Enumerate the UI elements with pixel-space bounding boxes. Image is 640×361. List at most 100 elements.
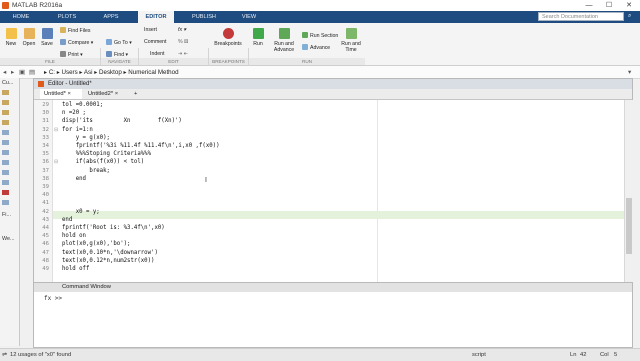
folder-icon[interactable] xyxy=(2,120,9,125)
app-title: MATLAB R2016a xyxy=(12,2,63,9)
file-icon[interactable] xyxy=(2,180,9,185)
line-number: 42 xyxy=(580,352,587,358)
save-icon xyxy=(41,28,53,39)
code-line[interactable]: x0 = y; xyxy=(62,209,100,215)
group-run: RUN xyxy=(249,58,365,65)
run-and-time-button[interactable]: Run and Time xyxy=(340,28,362,53)
add-tab-button[interactable]: + xyxy=(130,89,142,99)
tab-untitled[interactable]: Untitled* × xyxy=(40,89,82,99)
compare-icon xyxy=(60,39,66,45)
code-line[interactable]: fprintf('%3i %11.4f %11.4f\n',i,x0 ,f(x0… xyxy=(62,143,220,149)
current-folder-label[interactable]: Cu... xyxy=(2,80,13,86)
tab-plots[interactable]: PLOTS xyxy=(50,11,84,23)
scrollbar-thumb[interactable] xyxy=(626,198,632,254)
code-line[interactable]: n =20 ; xyxy=(62,110,86,116)
search-icon[interactable]: ⌕ xyxy=(628,13,631,20)
folder-up-icon[interactable]: ▣ xyxy=(19,68,25,76)
current-line-highlight xyxy=(53,211,624,219)
run-button[interactable]: Run xyxy=(250,28,266,47)
code-line[interactable]: hold off xyxy=(62,266,89,272)
ribbon-tabs: HOME PLOTS APPS EDITOR PUBLISH VIEW Sear… xyxy=(0,11,640,23)
go-to-button[interactable]: Go To ▾ xyxy=(106,39,132,46)
line-label: Ln xyxy=(570,352,577,358)
tab-apps[interactable]: APPS xyxy=(96,11,126,23)
close-button[interactable]: ✕ xyxy=(622,1,636,10)
minimize-button[interactable]: — xyxy=(582,1,596,10)
run-and-advance-button[interactable]: Run and Advance xyxy=(270,28,298,53)
file-icon[interactable] xyxy=(2,150,9,155)
line-number: 34 xyxy=(42,143,49,149)
line-number: 45 xyxy=(42,233,49,240)
tab-editor[interactable]: EDITOR xyxy=(138,11,174,23)
insert-button[interactable]: Insert xyxy=(144,27,157,33)
new-button[interactable]: New xyxy=(3,28,19,47)
run-section-button[interactable]: Run Section xyxy=(302,32,338,39)
tab-publish[interactable]: PUBLISH xyxy=(186,11,222,23)
file-details-label[interactable]: Fi... xyxy=(2,212,11,218)
code-line[interactable]: end xyxy=(62,217,72,223)
tab-home[interactable]: HOME xyxy=(6,11,36,23)
command-window[interactable]: Command Window fx >> xyxy=(33,282,633,348)
line-number: 33 xyxy=(42,134,49,141)
chevron-down-icon[interactable]: ▾ xyxy=(628,68,631,76)
workspace-label[interactable]: We... xyxy=(2,236,14,242)
comment-button[interactable]: Comment xyxy=(144,39,167,45)
indent-button[interactable]: Indent xyxy=(150,51,164,57)
find-icon xyxy=(106,51,112,57)
file-icon[interactable] xyxy=(2,160,9,165)
code-line[interactable]: break; xyxy=(62,168,110,174)
breakpoints-button[interactable]: Breakpoints xyxy=(212,28,244,47)
file-icon[interactable] xyxy=(2,200,9,205)
code-line[interactable]: %%%Stoping Criteria%%% xyxy=(62,151,151,157)
code-line[interactable]: hold on xyxy=(62,233,86,239)
advance-button[interactable]: Advance xyxy=(302,44,330,51)
line-number: 49 xyxy=(42,266,49,272)
command-prompt[interactable]: fx >> xyxy=(44,295,62,302)
code-line[interactable]: plot(x0,g(x0),'bo'); xyxy=(62,241,130,247)
compare-button[interactable]: Compare ▾ xyxy=(60,39,93,46)
find-button[interactable]: Find ▾ xyxy=(106,51,128,58)
folder-icon[interactable] xyxy=(2,100,9,105)
code-line[interactable]: tol =0.0001; xyxy=(62,102,103,108)
print-button[interactable]: Print ▾ xyxy=(60,51,83,58)
file-icon[interactable] xyxy=(2,130,9,135)
indent-toggle[interactable]: ⇥ ⇤ xyxy=(178,51,188,57)
open-button[interactable]: Open xyxy=(21,28,37,47)
status-bar: ⇌ 12 usages of "x0" found script Ln 42 C… xyxy=(0,348,640,361)
back-icon[interactable]: ◂ xyxy=(3,68,6,76)
save-button[interactable]: Save xyxy=(39,28,55,47)
find-files-button[interactable]: Find Files xyxy=(60,27,91,34)
breadcrumb[interactable]: ▸ C: ▸ Users ▸ Asi ▸ Desktop ▸ Numerical… xyxy=(44,69,179,76)
code-line[interactable]: for i=1:n xyxy=(62,127,93,133)
search-documentation-input[interactable]: Search Documentation xyxy=(538,12,624,21)
tab-view[interactable]: VIEW xyxy=(234,11,264,23)
file-icon[interactable] xyxy=(2,190,9,195)
code-area[interactable]: 29 30 31 32 33 34 35 36 37 38 39 40 41 42 43 44 45 46 47 48… xyxy=(34,100,624,282)
file-icon[interactable] xyxy=(2,170,9,175)
browse-folder-icon[interactable]: ▤ xyxy=(29,68,35,76)
folder-icon[interactable] xyxy=(2,110,9,115)
code-line[interactable]: disp('its Xn f(Xn)') xyxy=(62,118,182,124)
maximize-button[interactable]: ☐ xyxy=(602,1,616,10)
code-line[interactable]: if(abs(f(x0)) < tol) xyxy=(62,159,145,165)
fold-toggle-icon[interactable]: ⊟ xyxy=(54,127,58,133)
code-line[interactable]: text(x0,0.12*n,num2str(x0)) xyxy=(62,258,154,264)
line-number: 44 xyxy=(42,225,49,231)
code-line[interactable]: y = g(x0); xyxy=(62,135,110,141)
forward-icon[interactable]: ▸ xyxy=(11,68,14,76)
command-window-title: Command Window xyxy=(34,283,632,292)
comment-toggle[interactable]: % ⚄ xyxy=(178,39,189,45)
tab-untitled2[interactable]: Untitled2* × xyxy=(84,89,128,99)
code-line[interactable]: end xyxy=(62,176,86,182)
code-line[interactable]: text(x0,0.10*n,'\downarrow') xyxy=(62,250,158,256)
fold-toggle-icon[interactable]: ⊟ xyxy=(54,159,58,165)
file-icon[interactable] xyxy=(2,140,9,145)
group-navigate: NAVIGATE xyxy=(101,58,138,65)
fx-button[interactable]: fx ▾ xyxy=(178,27,186,33)
run-icon xyxy=(252,28,264,39)
line-number: 32 xyxy=(42,126,49,133)
editor-scrollbar[interactable] xyxy=(624,100,633,282)
code-line[interactable]: fprintf('Root is: %3.4f\n',x0) xyxy=(62,225,165,231)
group-file: FILE xyxy=(0,58,100,65)
folder-icon[interactable] xyxy=(2,90,9,95)
